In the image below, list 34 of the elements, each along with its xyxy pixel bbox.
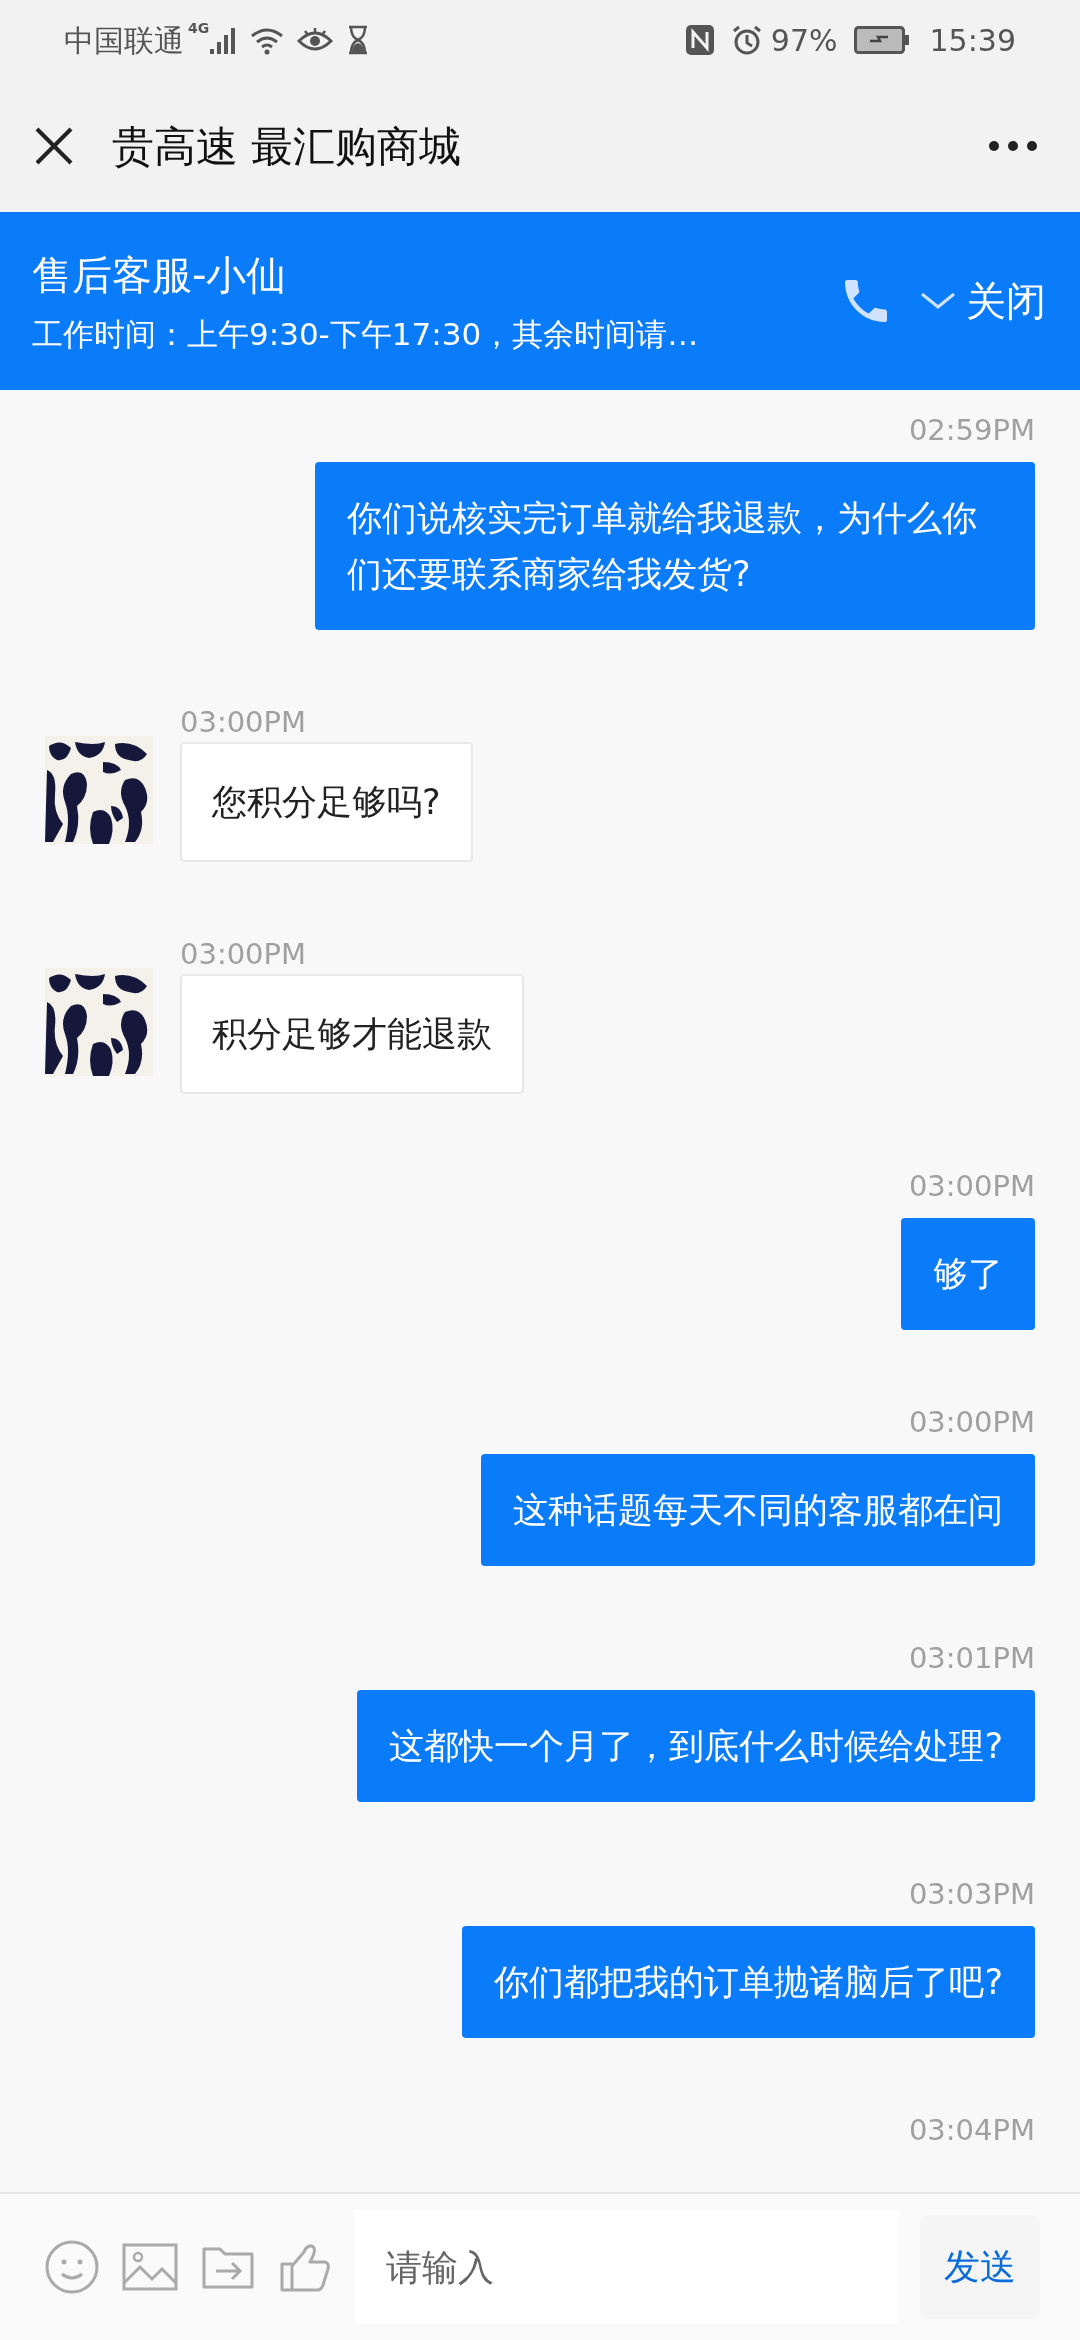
carrier-label: 中国联通 bbox=[64, 21, 184, 60]
send-button[interactable]: 发送 bbox=[920, 2215, 1040, 2319]
working-hours: 工作时间：上午9:30-下午17:30，其余时间请… bbox=[32, 314, 699, 354]
page-title: 贵高速 最汇购商城 bbox=[112, 120, 462, 173]
timestamp: 03:00PM bbox=[180, 704, 308, 741]
agent-name: 售后客服-小仙 bbox=[32, 250, 288, 300]
timestamp: 03:03PM bbox=[908, 1876, 1035, 1913]
battery-charging-icon bbox=[853, 26, 910, 54]
message-bubble: 您积分足够吗? bbox=[180, 742, 473, 862]
nfc-icon bbox=[684, 24, 715, 56]
message-bubble: 积分足够才能退款 bbox=[180, 974, 524, 1094]
timestamp: 03:00PM bbox=[908, 1404, 1035, 1441]
hourglass-icon bbox=[347, 25, 370, 55]
message-bubble: 这种话题每天不同的客服都在问 bbox=[481, 1454, 1035, 1566]
alarm-icon bbox=[730, 24, 763, 56]
image-icon[interactable] bbox=[122, 2243, 178, 2291]
message-bubble: 够了 bbox=[901, 1218, 1035, 1330]
timestamp: 03:00PM bbox=[180, 936, 308, 973]
message-bubble: 你们说核实完订单就给我退款，为什么你们还要联系商家给我发货? bbox=[315, 462, 1035, 630]
timestamp: 03:04PM bbox=[908, 2112, 1035, 2149]
battery-percent: 97% bbox=[770, 21, 838, 60]
chevron-down-icon bbox=[920, 291, 956, 311]
message-bubble: 你们都把我的订单抛诸脑后了吧? bbox=[462, 1926, 1035, 2038]
message-input[interactable]: 请输入 bbox=[354, 2210, 899, 2324]
more-icon[interactable] bbox=[988, 140, 1038, 152]
close-banner-button[interactable]: 关闭 bbox=[920, 271, 1046, 331]
timestamp: 03:00PM bbox=[908, 1168, 1035, 1205]
timestamp: 03:01PM bbox=[908, 1640, 1035, 1677]
close-icon[interactable] bbox=[34, 126, 74, 166]
message-bubble: 这都快一个月了，到底什么时候给处理? bbox=[357, 1690, 1035, 1802]
timestamp: 02:59PM bbox=[908, 412, 1035, 449]
clock: 15:39 bbox=[929, 21, 1016, 60]
network-label: 4G bbox=[188, 19, 210, 38]
smiley-icon[interactable] bbox=[44, 2239, 100, 2295]
